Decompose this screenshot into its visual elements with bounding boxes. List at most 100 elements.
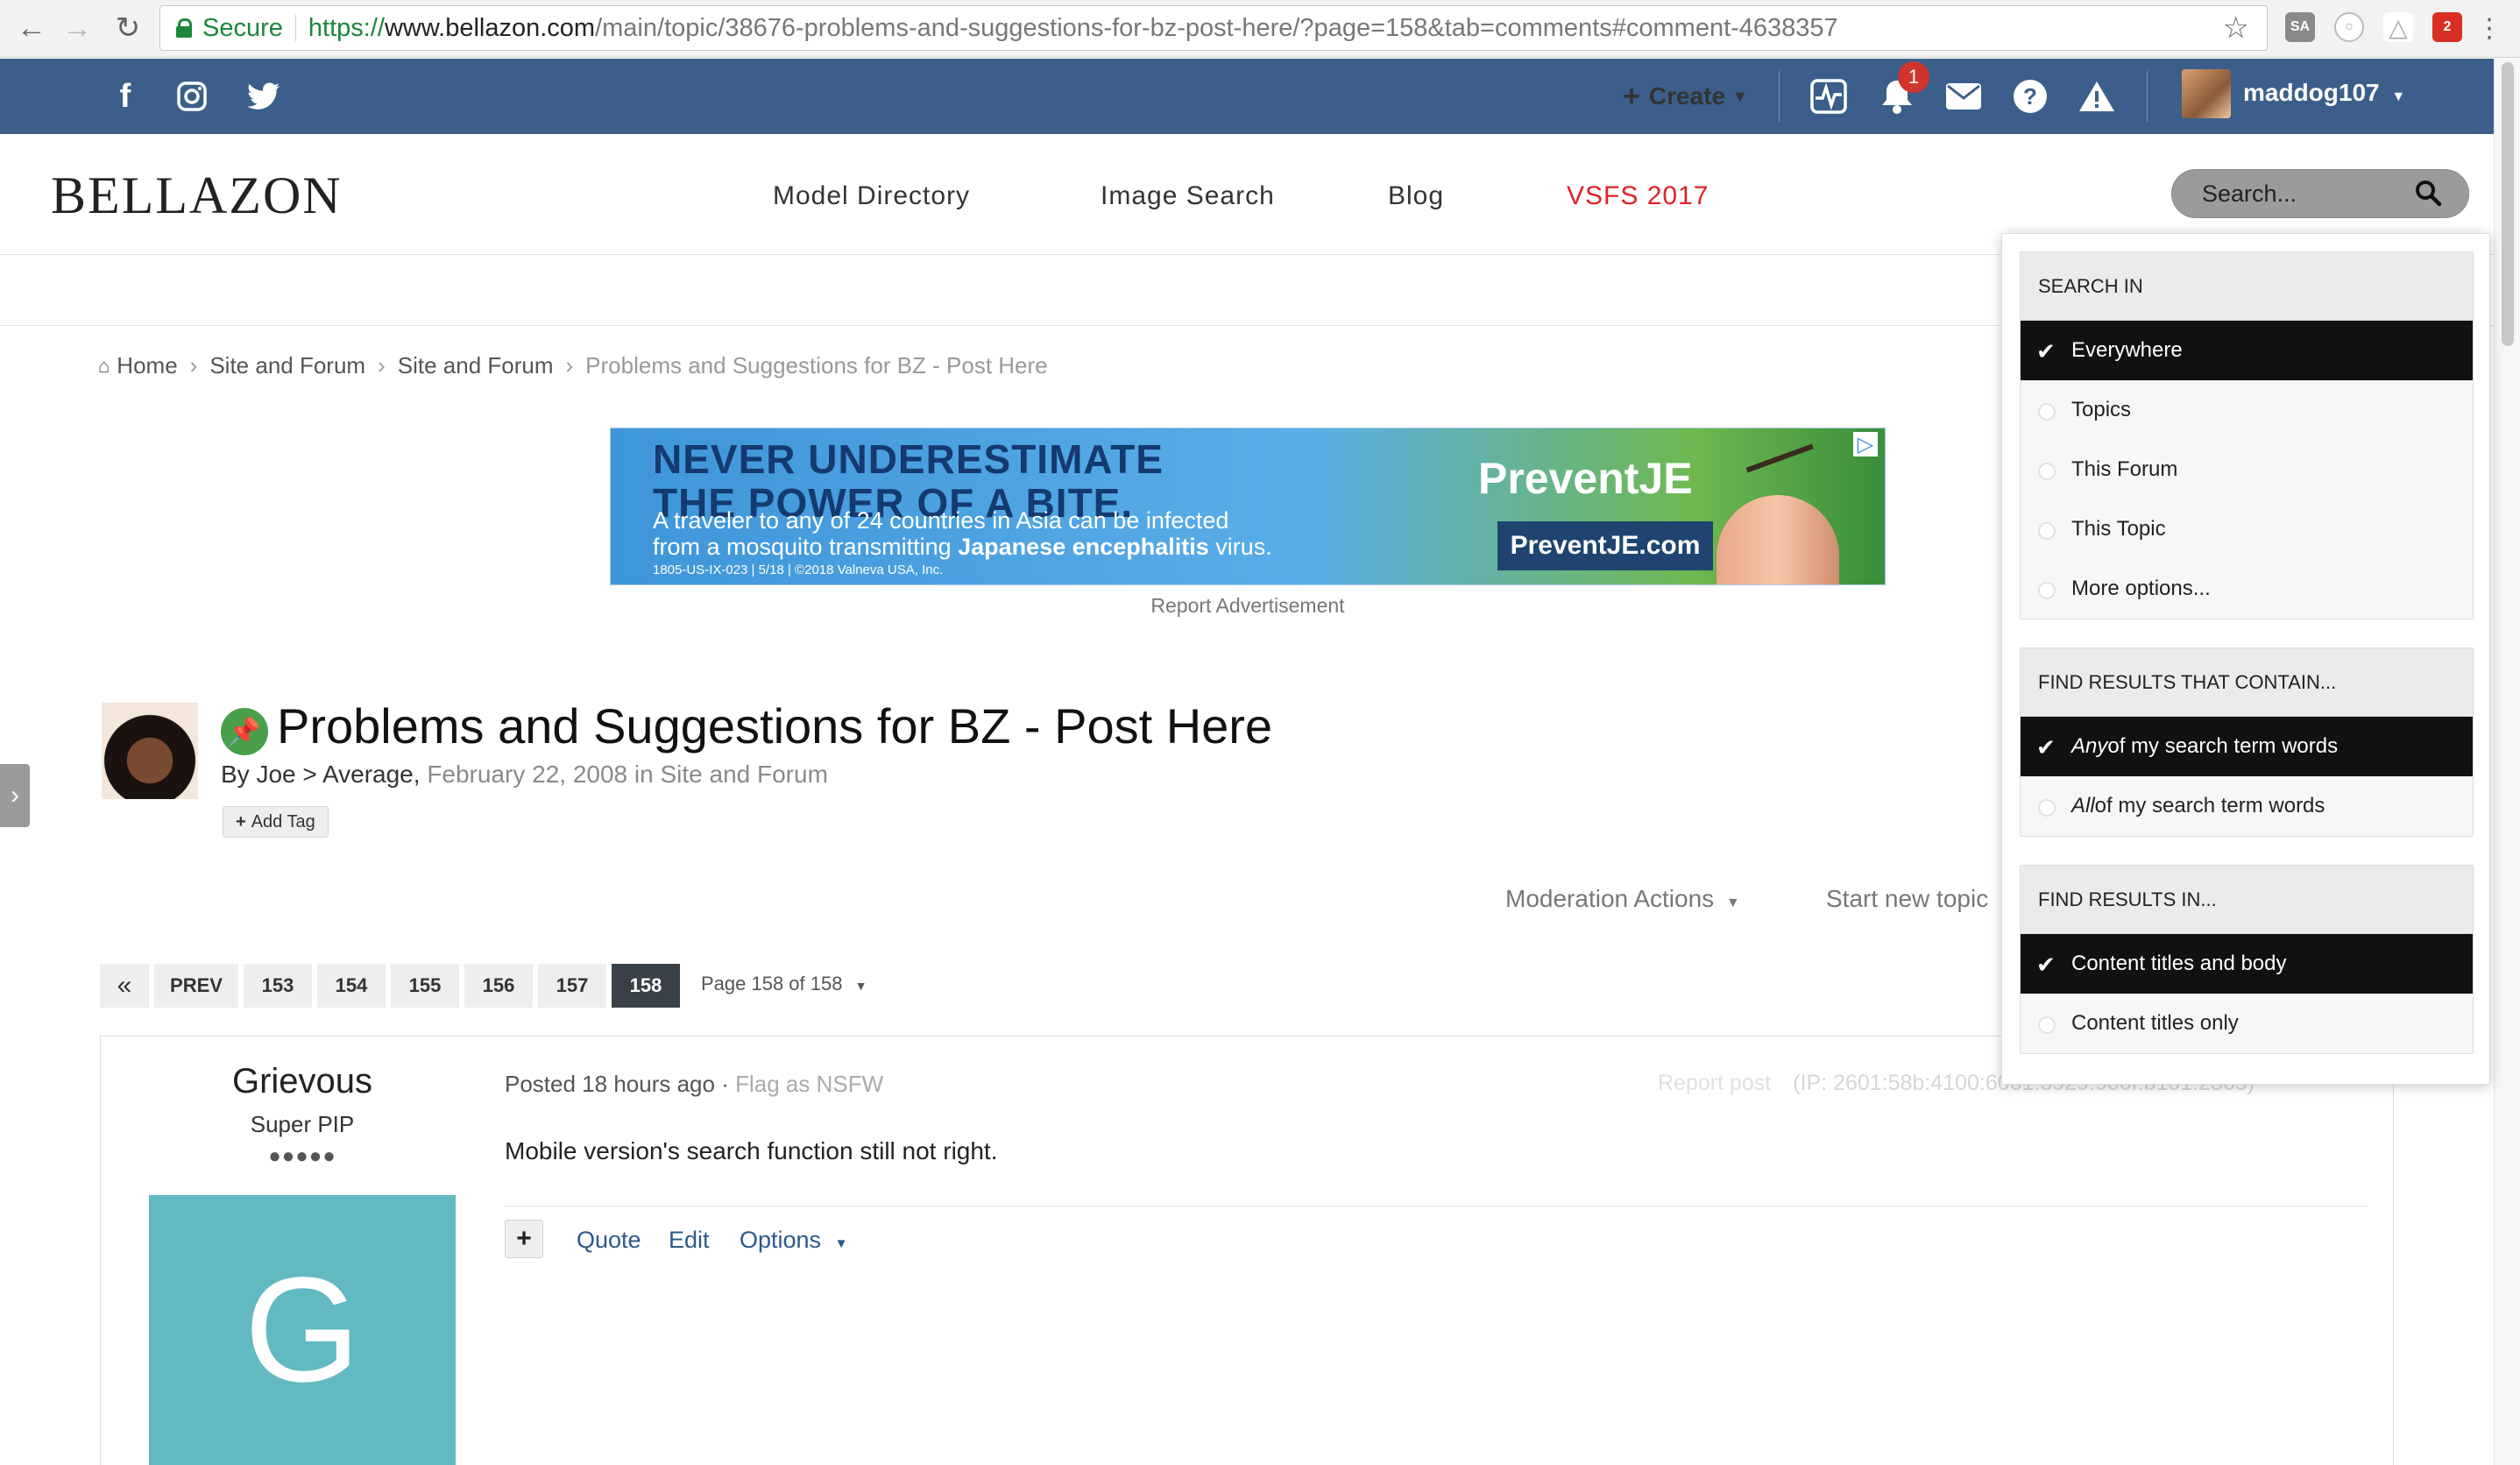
breadcrumb-site-and-forum-2[interactable]: Site and Forum (398, 352, 554, 379)
adchoices-icon[interactable]: ▷ (1853, 432, 1878, 456)
topic-title: Problems and Suggestions for BZ - Post H… (277, 698, 1273, 754)
quote-button[interactable]: Quote (577, 1227, 641, 1254)
caret-down-icon: ▼ (1732, 87, 1748, 105)
search-input[interactable]: Search... (2171, 169, 2469, 218)
search-options-dropdown: SEARCH IN ✔ Everywhere Topics This Forum… (2001, 233, 2490, 1085)
page-157-button[interactable]: 157 (538, 964, 606, 1008)
help-icon[interactable]: ? (2010, 76, 2050, 117)
post-body: Mobile version's search function still n… (505, 1137, 998, 1164)
options-menu-button[interactable]: Options ▼ (740, 1227, 847, 1254)
topic-date-forum: February 22, 2008 in Site and Forum (427, 761, 828, 788)
page-154-button[interactable]: 154 (317, 964, 386, 1008)
bookmark-star-icon[interactable]: ☆ (2223, 11, 2249, 46)
breadcrumb-home[interactable]: Home (117, 352, 177, 379)
titles-and-body-option[interactable]: ✔ Content titles and body (2021, 934, 2473, 994)
calendar-extension-icon[interactable]: 2 (2432, 12, 2462, 42)
search-in-this-forum-option[interactable]: This Forum (2021, 440, 2473, 499)
chevron-right-icon: › (189, 352, 198, 379)
edit-button[interactable]: Edit (669, 1227, 710, 1254)
forward-arrow-icon[interactable]: → (58, 9, 96, 47)
option-emphasis: All (2071, 794, 2095, 817)
url-host: www.bellazon.com (384, 13, 596, 42)
drive-extension-icon[interactable]: △ (2383, 12, 2413, 42)
start-new-topic-button[interactable]: Start new topic (1826, 885, 1988, 913)
caret-down-icon: ▼ (834, 1236, 848, 1251)
report-advertisement-link[interactable]: Report Advertisement (610, 594, 1886, 618)
search-in-topics-option[interactable]: Topics (2021, 380, 2473, 440)
back-arrow-icon[interactable]: ← (12, 9, 51, 47)
nav-blog[interactable]: Blog (1388, 181, 1444, 211)
scrollbar-thumb[interactable] (2502, 62, 2514, 346)
post-author-avatar[interactable]: G (149, 1195, 456, 1465)
find-results-contain-heading: FIND RESULTS THAT CONTAIN... (2021, 648, 2473, 717)
breadcrumb: ⌂ Home › Site and Forum › Site and Forum… (98, 352, 1048, 379)
activity-icon[interactable] (1809, 76, 1849, 117)
facebook-icon[interactable]: f (105, 76, 145, 117)
page-155-button[interactable]: 155 (391, 964, 459, 1008)
moderation-actions-label: Moderation Actions (1505, 885, 1715, 912)
multiquote-plus-button[interactable]: + (505, 1220, 543, 1258)
posted-time[interactable]: Posted 18 hours ago (505, 1071, 715, 1097)
warning-icon[interactable] (2077, 76, 2117, 117)
nav-image-search[interactable]: Image Search (1101, 181, 1275, 211)
ad-finger-image (1717, 495, 1839, 584)
topbar-divider (2147, 71, 2148, 122)
topic-author[interactable]: By Joe > Average, (221, 761, 427, 788)
moderation-actions-button[interactable]: Moderation Actions ▼ (1505, 885, 1740, 913)
envelope-icon[interactable] (1943, 76, 1984, 117)
topic-starter-avatar[interactable] (102, 703, 198, 799)
all-terms-option[interactable]: All of my search term words (2021, 776, 2473, 836)
search-icon[interactable] (2414, 179, 2442, 207)
rank-pips: ●●●●● (268, 1144, 336, 1168)
search-in-everywhere-option[interactable]: ✔ Everywhere (2021, 321, 2473, 380)
user-avatar[interactable] (2182, 69, 2231, 118)
plus-icon: + (1623, 79, 1640, 113)
search-in-this-topic-option[interactable]: This Topic (2021, 499, 2473, 559)
address-bar[interactable]: Secure https://www.bellazon.com/main/top… (159, 5, 2268, 51)
reload-icon[interactable]: ↻ (109, 9, 147, 47)
first-page-button[interactable]: « (100, 964, 149, 1008)
pin-icon: 📌 (221, 708, 268, 755)
site-logo[interactable]: BELLAZON (51, 166, 343, 226)
url-path: /main/topic/38676-problems-and-suggestio… (595, 13, 1838, 42)
user-menu-button[interactable]: maddog107 ▼ (2243, 79, 2405, 107)
breadcrumb-site-and-forum[interactable]: Site and Forum (209, 352, 365, 379)
nav-vsfs-2017[interactable]: VSFS 2017 (1567, 181, 1709, 211)
options-label: Options (740, 1227, 822, 1253)
nav-model-directory[interactable]: Model Directory (773, 181, 970, 211)
ad-body-line-2a: from a mosquito transmitting (653, 534, 959, 560)
page-156-button[interactable]: 156 (464, 964, 533, 1008)
flag-nsfw-link[interactable]: Flag as NSFW (735, 1071, 883, 1097)
find-results-contain-section: FIND RESULTS THAT CONTAIN... ✔ Any of my… (2020, 648, 2474, 837)
sidebar-toggle-chevron-icon[interactable]: › (0, 764, 30, 827)
report-post-link[interactable]: Report post (1658, 1071, 1771, 1095)
option-label: of my search term words (2094, 794, 2325, 817)
create-menu-button[interactable]: + Create ▼ (1623, 76, 1748, 117)
post-author-name[interactable]: Grievous (133, 1062, 471, 1101)
option-label: of my search term words (2107, 734, 2339, 758)
notification-badge: 1 (1898, 61, 1929, 93)
page-scrollbar[interactable] (2494, 59, 2520, 1465)
any-terms-option[interactable]: ✔ Any of my search term words (2021, 717, 2473, 776)
titles-only-option[interactable]: Content titles only (2021, 994, 2473, 1053)
page-jump-dropdown[interactable]: Page 158 of 158 ▼ (701, 973, 867, 995)
post-meta: Posted 18 hours ago · Flag as NSFW (505, 1071, 883, 1098)
ad-body-disease: Japanese encephalitis (958, 534, 1209, 560)
twitter-icon[interactable] (244, 76, 284, 117)
more-options-link[interactable]: More options... (2021, 559, 2473, 619)
add-tag-button[interactable]: + Add Tag (223, 806, 329, 838)
sa-extension-icon[interactable]: SA (2285, 12, 2315, 42)
option-label: Content titles and body (2071, 952, 2287, 975)
ad-url-button[interactable]: PreventJE.com (1497, 521, 1713, 570)
advertisement-banner[interactable]: NEVER UNDERESTIMATE THE POWER OF A BITE.… (610, 428, 1886, 585)
caret-down-icon: ▼ (854, 979, 867, 993)
page-153-button[interactable]: 153 (244, 964, 312, 1008)
menu-dots-icon[interactable]: ⋮ (2476, 9, 2502, 47)
ad-body: A traveler to any of 24 countries in Asi… (653, 507, 1272, 560)
circle-extension-icon[interactable]: ○ (2334, 12, 2364, 42)
prev-page-button[interactable]: PREV (154, 964, 238, 1008)
page-158-button[interactable]: 158 (612, 964, 680, 1008)
post-author-rank: Super PIP (250, 1111, 355, 1137)
checkmark-icon: ✔ (2036, 734, 2056, 761)
instagram-icon[interactable] (172, 76, 212, 117)
